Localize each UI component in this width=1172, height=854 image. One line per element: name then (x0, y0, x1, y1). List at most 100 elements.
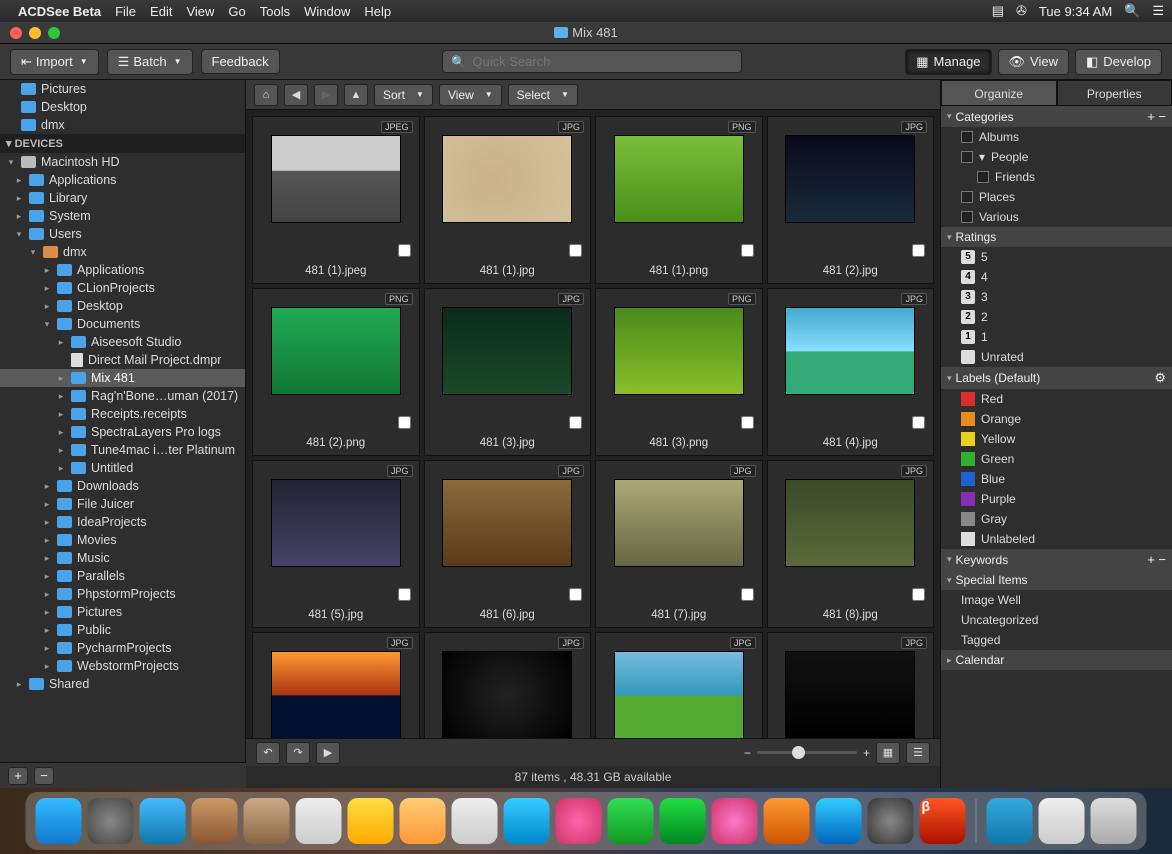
label-item[interactable]: Orange (941, 409, 1172, 429)
tree-hd[interactable]: ▾Macintosh HD (0, 153, 245, 171)
tree-item[interactable]: dmx (0, 116, 245, 134)
checkbox[interactable] (961, 131, 973, 143)
dock-mail[interactable] (192, 798, 238, 844)
label-item[interactable]: Green (941, 449, 1172, 469)
menu-go[interactable]: Go (228, 4, 245, 19)
checkbox[interactable] (977, 171, 989, 183)
tree-item[interactable]: ▸Movies (0, 531, 245, 549)
play-button[interactable]: ▶ (316, 742, 340, 764)
dock-ibooks[interactable] (764, 798, 810, 844)
tree-item[interactable]: ▸Applications (0, 171, 245, 189)
special-header[interactable]: ▾Special Items (941, 570, 1172, 590)
nav-home[interactable]: ⌂ (254, 84, 278, 106)
tree-item[interactable]: Direct Mail Project.dmpr (0, 351, 245, 369)
zoom-slider[interactable]: − + (744, 746, 870, 760)
thumbnail-card[interactable]: JPG481 (8).jpg (767, 460, 935, 628)
dock-folder[interactable] (987, 798, 1033, 844)
thumbnail-card[interactable]: JPG481 (6).jpg (424, 460, 592, 628)
add-button[interactable]: + (8, 767, 28, 785)
tree-item[interactable]: ▸Music (0, 549, 245, 567)
category-item[interactable]: Friends (941, 167, 1172, 187)
clock[interactable]: Tue 9:34 AM (1039, 4, 1112, 19)
select-checkbox[interactable] (569, 416, 582, 429)
label-item[interactable]: Purple (941, 489, 1172, 509)
thumbnail-card[interactable]: JPG481 (1).jpg (424, 116, 592, 284)
dock-launchpad[interactable] (88, 798, 134, 844)
thumbnail-card[interactable]: JPG (252, 632, 420, 738)
tray-icon[interactable]: ▤ (992, 3, 1004, 19)
select-checkbox[interactable] (741, 588, 754, 601)
select-checkbox[interactable] (912, 588, 925, 601)
categories-header[interactable]: ▾Categories+ − (941, 106, 1172, 127)
dock-appstore[interactable] (816, 798, 862, 844)
tree-item[interactable]: ▸File Juicer (0, 495, 245, 513)
thumbnail-card[interactable]: PNG481 (2).png (252, 288, 420, 456)
batch-button[interactable]: ☰ Batch▼ (107, 49, 193, 75)
select-checkbox[interactable] (741, 416, 754, 429)
dock-calendar[interactable] (296, 798, 342, 844)
tree-item[interactable]: Pictures (0, 80, 245, 98)
tree-item[interactable]: ▸Parallels (0, 567, 245, 585)
tree-item[interactable]: ▸PhpstormProjects (0, 585, 245, 603)
tree-item[interactable]: ▸Tune4mac i…ter Platinum (0, 441, 245, 459)
rotate-right[interactable]: ↷ (286, 742, 310, 764)
thumbnail-card[interactable]: JPG (595, 632, 763, 738)
category-item[interactable]: Various (941, 207, 1172, 227)
feedback-button[interactable]: Feedback (201, 49, 280, 74)
dock-folder2[interactable] (1039, 798, 1085, 844)
category-item[interactable]: ▾ People (941, 147, 1172, 167)
mode-manage[interactable]: ▦Manage (905, 49, 991, 75)
rating-item[interactable]: 44 (941, 267, 1172, 287)
tab-organize[interactable]: Organize (941, 80, 1057, 106)
tree-item[interactable]: Desktop (0, 98, 245, 116)
rating-item[interactable]: 55 (941, 247, 1172, 267)
dock-itunes[interactable] (712, 798, 758, 844)
tree-item[interactable]: ▸Receipts.receipts (0, 405, 245, 423)
tree-shared[interactable]: ▸Shared (0, 675, 245, 693)
rating-item[interactable]: 11 (941, 327, 1172, 347)
select-checkbox[interactable] (569, 244, 582, 257)
thumbnail-card[interactable]: JPG (424, 632, 592, 738)
tree-item[interactable]: ▸Pictures (0, 603, 245, 621)
special-item[interactable]: Image Well (941, 590, 1172, 610)
dock-trash[interactable] (1091, 798, 1137, 844)
dock-photos[interactable] (504, 798, 550, 844)
mode-develop[interactable]: ◧Develop (1075, 49, 1162, 75)
dock-notes[interactable] (348, 798, 394, 844)
rating-item[interactable]: 33 (941, 287, 1172, 307)
label-item[interactable]: Blue (941, 469, 1172, 489)
thumbnail-card[interactable]: PNG481 (1).png (595, 116, 763, 284)
thumbnail-card[interactable]: JPG481 (3).jpg (424, 288, 592, 456)
remove-button[interactable]: − (34, 767, 54, 785)
devices-header[interactable]: ▾ DEVICES (0, 134, 245, 153)
search-input[interactable] (472, 54, 733, 69)
rating-item[interactable]: 22 (941, 307, 1172, 327)
zoom-out-icon[interactable]: − (744, 746, 751, 760)
category-item[interactable]: Albums (941, 127, 1172, 147)
thumbnail-card[interactable]: JPG481 (5).jpg (252, 460, 420, 628)
tree-item[interactable]: ▾Users (0, 225, 245, 243)
select-checkbox[interactable] (398, 416, 411, 429)
dock-prefs[interactable] (868, 798, 914, 844)
tree-item[interactable]: ▸IdeaProjects (0, 513, 245, 531)
rating-item[interactable]: Unrated (941, 347, 1172, 367)
tree-item[interactable]: ▸Downloads (0, 477, 245, 495)
rotate-left[interactable]: ↶ (256, 742, 280, 764)
dock-reminders[interactable] (400, 798, 446, 844)
menu-window[interactable]: Window (304, 4, 350, 19)
import-button[interactable]: ⇤ Import▼ (10, 49, 99, 75)
calendar-header[interactable]: ▸Calendar (941, 650, 1172, 670)
tree-item[interactable]: ▸CLionProjects (0, 279, 245, 297)
tree-item[interactable]: ▸Mix 481 (0, 369, 245, 387)
dock-safari[interactable] (140, 798, 186, 844)
select-checkbox[interactable] (398, 244, 411, 257)
dock-messages[interactable] (556, 798, 602, 844)
tree-item[interactable]: ▸System (0, 207, 245, 225)
spotlight-icon[interactable]: 🔍 (1124, 3, 1140, 19)
menu-view[interactable]: View (186, 4, 214, 19)
menu-edit[interactable]: Edit (150, 4, 172, 19)
tab-properties[interactable]: Properties (1057, 80, 1172, 106)
menu-help[interactable]: Help (364, 4, 391, 19)
checkbox[interactable] (961, 211, 973, 223)
label-item[interactable]: Yellow (941, 429, 1172, 449)
